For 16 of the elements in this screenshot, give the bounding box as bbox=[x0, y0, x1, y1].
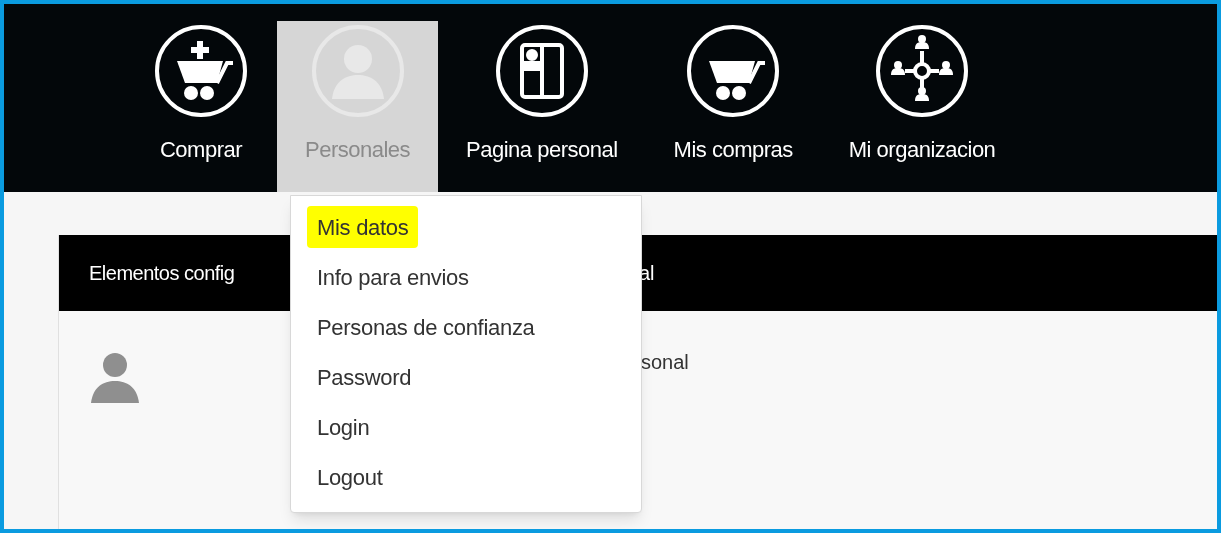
cart-icon bbox=[685, 23, 782, 119]
nav-item[interactable]: Comprar bbox=[125, 21, 277, 192]
dropdown-item[interactable]: Logout bbox=[307, 456, 393, 498]
dropdown-item[interactable]: Password bbox=[307, 356, 422, 398]
nav-item[interactable]: Pagina personal bbox=[438, 21, 646, 192]
cart-plus-icon bbox=[153, 23, 249, 119]
dropdown-item[interactable]: Personas de confianza bbox=[307, 306, 545, 348]
panel-text-fragment: sonal bbox=[640, 350, 690, 375]
people-network-icon bbox=[874, 23, 971, 119]
dropdown-item[interactable]: Info para envios bbox=[307, 256, 479, 298]
panel-title: Elementos config bbox=[89, 262, 235, 284]
dropdown-item[interactable]: Mis datos bbox=[307, 206, 419, 248]
door-icon bbox=[493, 23, 590, 119]
dropdown-item[interactable]: Login bbox=[307, 406, 380, 448]
nav-item[interactable]: Mi organizacion bbox=[820, 21, 1024, 192]
nav-item[interactable]: Mis compras bbox=[645, 21, 821, 192]
